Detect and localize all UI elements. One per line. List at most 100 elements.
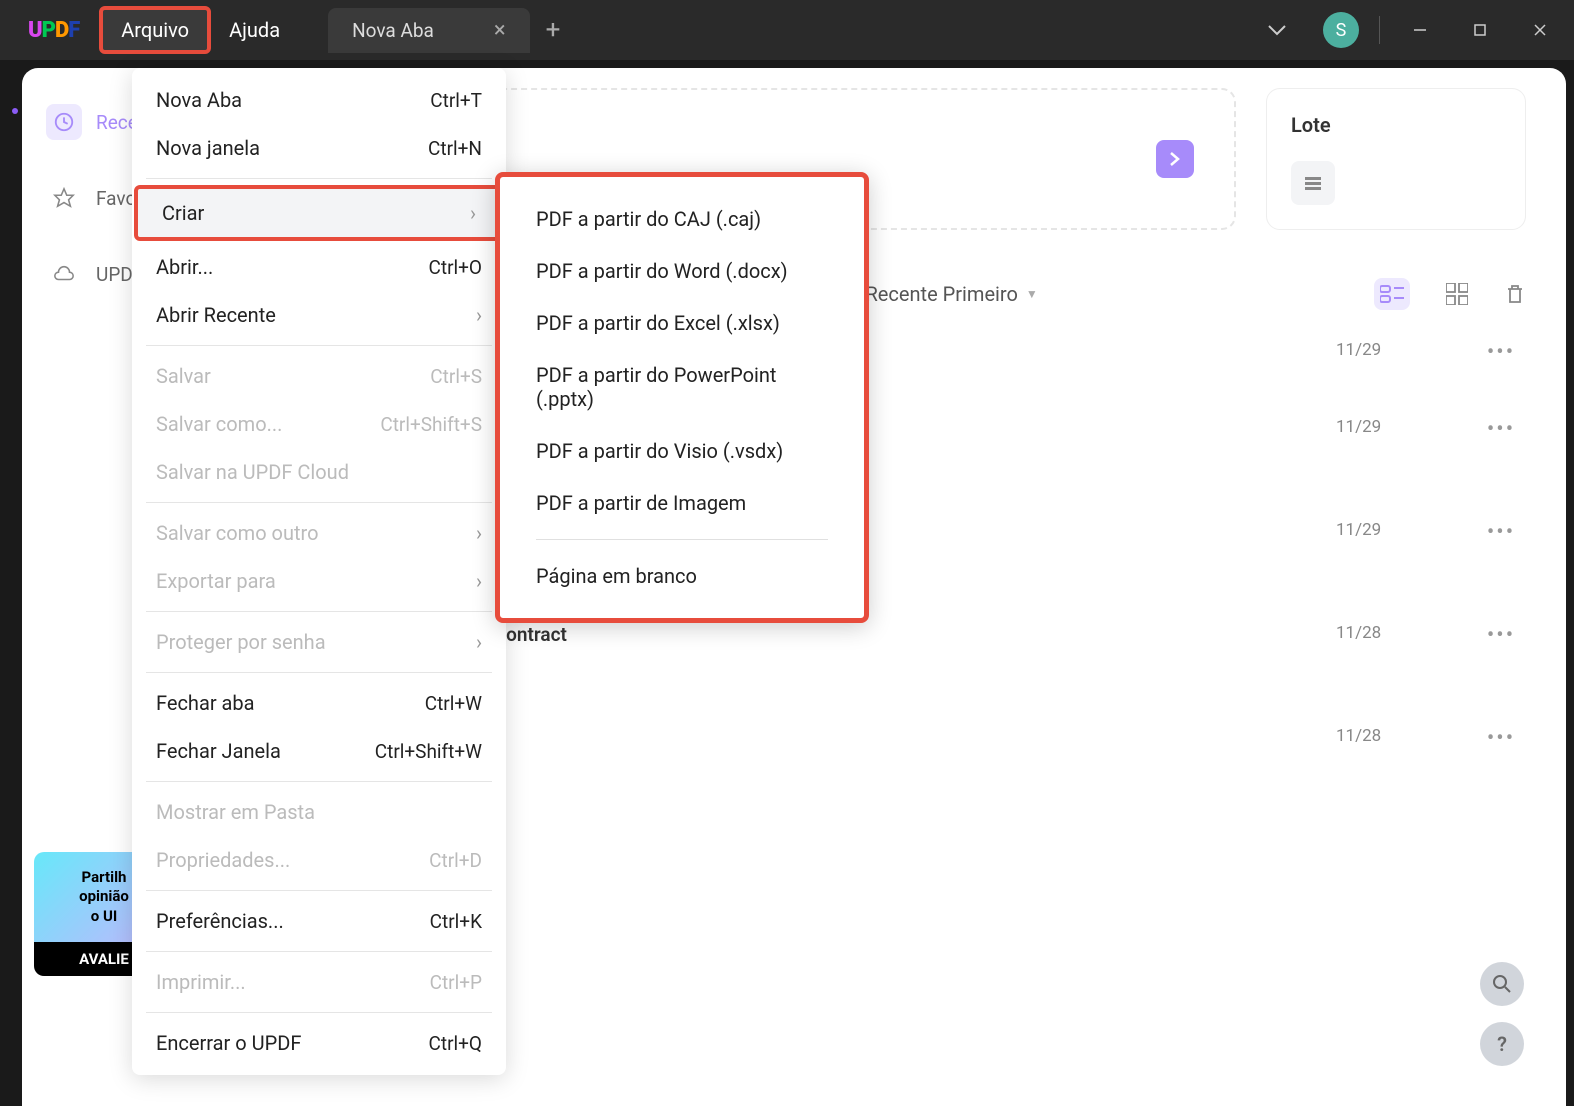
arrow-button[interactable] [1156,140,1194,178]
dropdown-icon[interactable] [1251,13,1303,48]
trash-button[interactable] [1504,283,1526,305]
sub-item[interactable]: PDF a partir do CAJ (.caj) [500,193,864,245]
file-more-icon[interactable]: ••• [1476,726,1526,751]
chevron-right-icon: › [476,303,482,327]
menu-label: Encerrar o UPDF [156,1031,301,1055]
menu-label: Nova janela [156,136,260,160]
menu-item-encerrar-o-updf[interactable]: Encerrar o UPDFCtrl+Q [132,1019,506,1067]
menu-shortcut: Ctrl+D [429,849,482,872]
tab-label: Nova Aba [352,19,434,42]
menu-item-nova-aba[interactable]: Nova Aba Ctrl+T [132,76,506,124]
menu-label: Salvar como outro [156,521,319,545]
menu-arquivo[interactable]: Arquivo [99,6,211,54]
divider [1379,16,1380,44]
menu-item-fechar-aba[interactable]: Fechar abaCtrl+W [132,679,506,727]
titlebar: UPDF Arquivo Ajuda Nova Aba × + S [0,0,1574,60]
menu-item-salvar-na-updf-cloud: Salvar na UPDF Cloud [132,448,506,496]
grid-view-button[interactable] [1446,283,1468,305]
menu-label: Salvar como... [156,412,282,436]
file-menu: Nova AbaCtrl+TNova janelaCtrl+NCriar›Abr… [132,68,506,1075]
menu-label: Nova Aba [156,88,242,112]
menu-separator [146,502,492,503]
menu-shortcut: Ctrl+Shift+S [380,413,482,436]
file-row[interactable]: be Campaign Contract 50 KB 11/28 ••• [377,623,1526,674]
menu-label: Salvar [156,364,211,388]
file-info: be Campaign Contract 50 KB [377,623,1336,674]
menu-separator [146,781,492,782]
sub-item[interactable]: PDF a partir do Word (.docx) [500,245,864,297]
menu-separator [146,672,492,673]
menu-item-propriedades-: Propriedades...Ctrl+D [132,836,506,884]
menu-item-criar[interactable]: Criar › [134,185,504,241]
menu-separator [146,178,492,179]
menu-label: Criar [162,201,204,225]
chevron-right-icon: › [476,521,482,545]
file-date: 11/29 [1336,340,1476,360]
view-icons [1374,278,1526,310]
menu-shortcut: Ctrl+N [428,137,482,160]
sub-separator [536,539,828,540]
logo: UPDF [28,18,79,43]
file-more-icon[interactable]: ••• [1476,417,1526,442]
sub-item[interactable]: Página em branco [500,550,864,602]
tab-close-icon[interactable]: × [494,18,506,43]
menu-item-prefer-ncias-[interactable]: Preferências...Ctrl+K [132,897,506,945]
sub-item[interactable]: PDF a partir do PowerPoint (.pptx) [500,349,864,425]
file-name: be Campaign Contract [377,623,1336,646]
menu-item-salvar-como-: Salvar como... Ctrl+Shift+S [132,400,506,448]
menu-item-abrir-[interactable]: Abrir...Ctrl+O [132,243,506,291]
menu-label: Salvar na UPDF Cloud [156,460,349,484]
file-size: MB [377,734,1336,754]
sidebar-label: UPD [96,263,133,286]
tab-add-icon[interactable]: + [546,15,561,45]
file-row[interactable]: MB 11/28 ••• [377,726,1526,754]
lote-title: Lote [1291,113,1501,137]
menu-shortcut: Ctrl+S [430,365,482,388]
menu-shortcut: Ctrl+P [430,971,482,994]
batch-icon[interactable] [1291,161,1335,205]
file-date: 11/28 [1336,623,1476,643]
clock-icon [46,104,82,140]
file-info: MB [377,726,1336,754]
sidebar-label: Favo [96,187,136,210]
menu-shortcut: Ctrl+T [430,89,482,112]
menu-separator [146,890,492,891]
close-icon[interactable] [1520,22,1560,38]
menu-item-mostrar-em-pasta: Mostrar em Pasta [132,788,506,836]
menu-item-nova-janela[interactable]: Nova janela Ctrl+N [132,124,506,172]
chevron-right-icon: › [470,201,476,225]
menu-item-abrir-recente[interactable]: Abrir Recente› [132,291,506,339]
menu-shortcut: Ctrl+O [429,256,483,279]
menu-separator [146,951,492,952]
menu-item-imprimir-: Imprimir...Ctrl+P [132,958,506,1006]
menu-separator [146,611,492,612]
left-dots [8,68,22,1106]
menu-ajuda[interactable]: Ajuda [211,10,298,50]
file-more-icon[interactable]: ••• [1476,623,1526,648]
minimize-icon[interactable] [1400,22,1440,38]
search-fab[interactable] [1480,962,1524,1006]
list-view-button[interactable] [1374,278,1410,310]
menu-item-salvar: Salvar Ctrl+S [132,352,506,400]
sub-item[interactable]: PDF a partir do Excel (.xlsx) [500,297,864,349]
tab-nova-aba[interactable]: Nova Aba × [328,8,530,53]
menu-label: Mostrar em Pasta [156,800,315,824]
file-more-icon[interactable]: ••• [1476,520,1526,545]
menu-item-fechar-janela[interactable]: Fechar JanelaCtrl+Shift+W [132,727,506,775]
star-icon [46,180,82,216]
chevron-right-icon: › [476,630,482,654]
sub-item[interactable]: PDF a partir do Visio (.vsdx) [500,425,864,477]
file-date: 11/29 [1336,417,1476,437]
titlebar-right: S [1251,0,1574,60]
file-more-icon[interactable]: ••• [1476,340,1526,365]
menu-shortcut: Ctrl+K [430,910,482,933]
sub-menu: PDF a partir do CAJ (.caj)PDF a partir d… [495,172,869,623]
menu-label: Fechar Janela [156,739,281,763]
help-fab[interactable]: ? [1480,1022,1524,1066]
avatar[interactable]: S [1323,12,1359,48]
menu-item-salvar-como-outro: Salvar como outro › [132,509,506,557]
sub-item[interactable]: PDF a partir de Imagem [500,477,864,529]
file-date: 11/29 [1336,520,1476,540]
file-date: 11/28 [1336,726,1476,746]
maximize-icon[interactable] [1460,22,1500,38]
